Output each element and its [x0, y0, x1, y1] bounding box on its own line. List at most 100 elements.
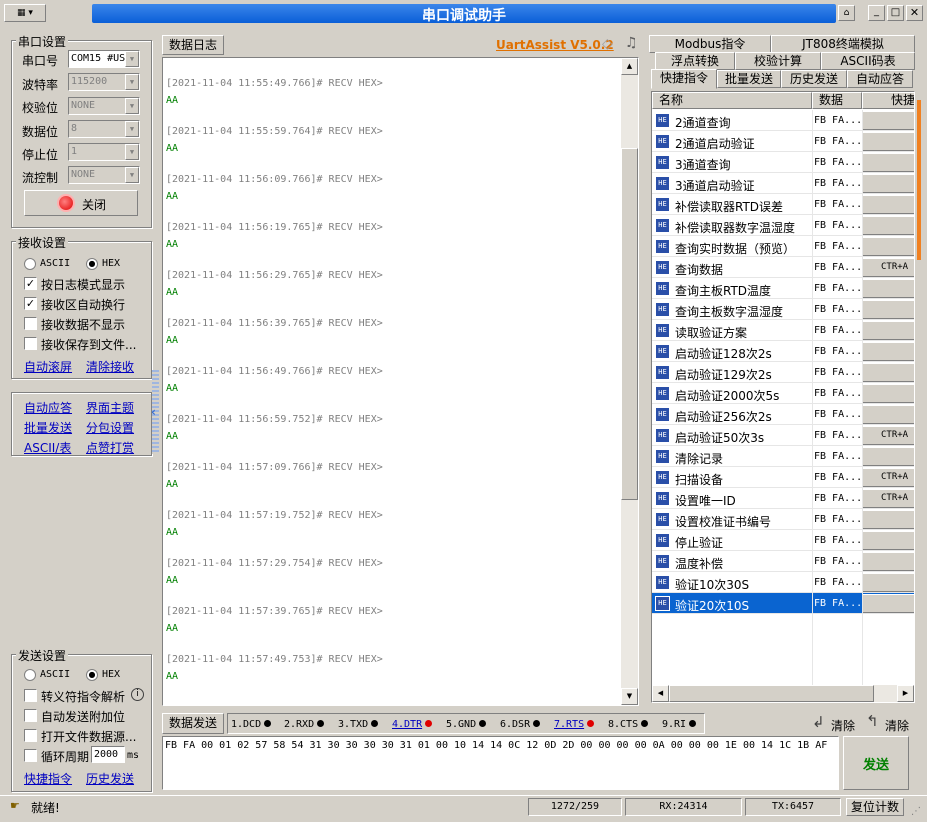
- tab-float[interactable]: 浮点转换: [655, 52, 735, 70]
- table-row[interactable]: HE 补偿读取器数字温湿度 FB FA...: [652, 215, 914, 236]
- brand-label[interactable]: UartAssist V5.0.2: [496, 38, 614, 52]
- table-row[interactable]: HE 查询实时数据（预览） FB FA...: [652, 236, 914, 257]
- table-row[interactable]: HE 2通道启动验证 FB FA...: [652, 131, 914, 152]
- shortcut-button[interactable]: [862, 594, 914, 613]
- command-table[interactable]: 名称 数据 快捷 HE 2通道查询 FB FA... HE 2通道启动验证 FB FA..…: [651, 91, 915, 703]
- chevron-down-icon[interactable]: ▼: [125, 74, 139, 90]
- log-mode-checkbox[interactable]: ✓: [24, 277, 37, 290]
- shortcut-button[interactable]: [862, 195, 914, 214]
- signal-5[interactable]: 5.GND: [446, 719, 487, 730]
- chevron-down-icon[interactable]: ▼: [125, 167, 139, 183]
- shortcut-button[interactable]: [862, 321, 914, 340]
- scroll-up-icon[interactable]: ▲: [621, 58, 638, 75]
- baud-select[interactable]: 115200 ▼: [68, 73, 140, 91]
- scroll-right-icon[interactable]: ▶: [897, 685, 914, 702]
- resize-grip-icon[interactable]: ⋰: [911, 806, 921, 817]
- close-port-button[interactable]: 关闭: [24, 190, 138, 216]
- pin-icon[interactable]: ⌂: [838, 5, 855, 21]
- table-row[interactable]: HE 3通道查询 FB FA...: [652, 152, 914, 173]
- undo-arrow-icon[interactable]: ↰: [866, 712, 879, 730]
- auto-scroll-link[interactable]: 自动滚屏: [24, 358, 72, 375]
- signal-9[interactable]: 9.RI: [662, 719, 697, 730]
- table-row[interactable]: HE 读取验证方案 FB FA...: [652, 320, 914, 341]
- signal-4[interactable]: 4.DTR: [392, 719, 433, 730]
- shortcut-button[interactable]: [862, 237, 914, 256]
- col-key-header[interactable]: 快捷: [862, 92, 914, 109]
- table-row[interactable]: HE 温度补偿 FB FA...: [652, 551, 914, 572]
- send-input[interactable]: FB FA 00 01 02 57 58 54 31 30 30 30 30 3…: [162, 736, 839, 790]
- table-row[interactable]: HE 停止验证 FB FA...: [652, 530, 914, 551]
- table-row[interactable]: HE 查询主板RTD温度 FB FA...: [652, 278, 914, 299]
- clear-arrow-icon[interactable]: ↲: [812, 713, 825, 731]
- shortcut-button[interactable]: [862, 531, 914, 550]
- tab-data-log[interactable]: 数据日志: [162, 35, 224, 55]
- close-window-button[interactable]: ✕: [906, 5, 923, 21]
- tab-quick-cmd[interactable]: 快捷指令: [651, 69, 717, 89]
- tab-modbus[interactable]: Modbus指令: [649, 35, 771, 53]
- signal-3[interactable]: 3.TXD: [338, 719, 379, 730]
- table-row[interactable]: HE 启动验证50次3s FB FA... CTR+A: [652, 425, 914, 446]
- chevron-left-icon[interactable]: ‹: [151, 405, 156, 419]
- table-row[interactable]: HE 启动验证256次2s FB FA...: [652, 404, 914, 425]
- parity-select[interactable]: NONE ▼: [68, 97, 140, 115]
- table-row[interactable]: HE 设置校准证书编号 FB FA...: [652, 509, 914, 530]
- tab-ascii[interactable]: ASCII码表: [821, 52, 915, 70]
- table-row[interactable]: HE 查询主板数字温湿度 FB FA...: [652, 299, 914, 320]
- theme-link[interactable]: 界面主题: [86, 399, 134, 416]
- send-history-link[interactable]: 历史发送: [86, 770, 134, 787]
- info-icon[interactable]: i: [131, 688, 144, 701]
- recv-ascii-radio[interactable]: [24, 258, 36, 270]
- shortcut-button[interactable]: [862, 552, 914, 571]
- signal-6[interactable]: 6.DSR: [500, 719, 541, 730]
- shortcut-button[interactable]: [862, 153, 914, 172]
- shortcut-button[interactable]: [862, 300, 914, 319]
- shortcut-button[interactable]: [862, 573, 914, 592]
- tab-checksum[interactable]: 校验计算: [735, 52, 821, 70]
- flow-select[interactable]: NONE ▼: [68, 166, 140, 184]
- table-row[interactable]: HE 查询数据 FB FA... CTR+A: [652, 257, 914, 278]
- shortcut-button[interactable]: [862, 174, 914, 193]
- tab-jt808[interactable]: JT808终端模拟: [771, 35, 915, 53]
- col-data-header[interactable]: 数据: [812, 92, 862, 109]
- table-row[interactable]: HE 扫描设备 FB FA... CTR+A: [652, 467, 914, 488]
- maximize-button[interactable]: □: [887, 5, 904, 21]
- shortcut-button[interactable]: CTR+A: [862, 426, 914, 445]
- chevron-down-icon[interactable]: ▼: [125, 121, 139, 137]
- send-button[interactable]: 发送: [843, 736, 909, 790]
- send-ascii-radio[interactable]: [24, 669, 36, 681]
- stopbits-select[interactable]: 1 ▼: [68, 143, 140, 161]
- scroll-down-icon[interactable]: ▼: [621, 688, 638, 705]
- shortcut-button[interactable]: [862, 510, 914, 529]
- scroll-left-icon[interactable]: ◀: [652, 685, 669, 702]
- table-row[interactable]: HE 2通道查询 FB FA...: [652, 110, 914, 131]
- table-hscroll[interactable]: ◀ ▶: [652, 685, 914, 702]
- bell-icon[interactable]: ♫: [625, 35, 638, 51]
- table-row[interactable]: HE 设置唯一ID FB FA... CTR+A: [652, 488, 914, 509]
- signal-1[interactable]: 1.DCD: [231, 719, 272, 730]
- log-area[interactable]: [2021-11-04 11:55:49.766]# RECV HEX> AA [2…: [162, 57, 639, 706]
- table-row[interactable]: HE 启动验证129次2s FB FA...: [652, 362, 914, 383]
- shortcut-button[interactable]: [862, 447, 914, 466]
- table-row[interactable]: HE 启动验证2000次5s FB FA...: [652, 383, 914, 404]
- tab-batch[interactable]: 批量发送: [717, 70, 781, 88]
- reset-count-button[interactable]: 复位计数: [846, 798, 904, 816]
- shortcut-button[interactable]: [862, 216, 914, 235]
- shortcut-button[interactable]: CTR+A: [862, 258, 914, 277]
- tab-data-send[interactable]: 数据发送: [162, 713, 224, 734]
- signal-8[interactable]: 8.CTS: [608, 719, 649, 730]
- clear-recv-link[interactable]: 清除接收: [86, 358, 134, 375]
- shortcut-button[interactable]: [862, 279, 914, 298]
- shortcut-button[interactable]: [862, 363, 914, 382]
- shortcut-button[interactable]: [862, 405, 914, 424]
- chevron-down-icon[interactable]: ▼: [125, 98, 139, 114]
- auto-wrap-checkbox[interactable]: ✓: [24, 297, 37, 310]
- databits-select[interactable]: 8 ▼: [68, 120, 140, 138]
- diamond-icon[interactable]: ◇: [602, 36, 613, 52]
- shortcut-button[interactable]: [862, 132, 914, 151]
- minimize-button[interactable]: _: [868, 5, 885, 21]
- table-row[interactable]: HE 补偿读取器RTD误差 FB FA...: [652, 194, 914, 215]
- clear-send-button[interactable]: 清除: [831, 717, 855, 734]
- tab-auto-reply[interactable]: 自动应答: [847, 70, 913, 88]
- port-select[interactable]: COM15 #US ▼: [68, 50, 140, 68]
- batch-send-link[interactable]: 批量发送: [24, 419, 72, 436]
